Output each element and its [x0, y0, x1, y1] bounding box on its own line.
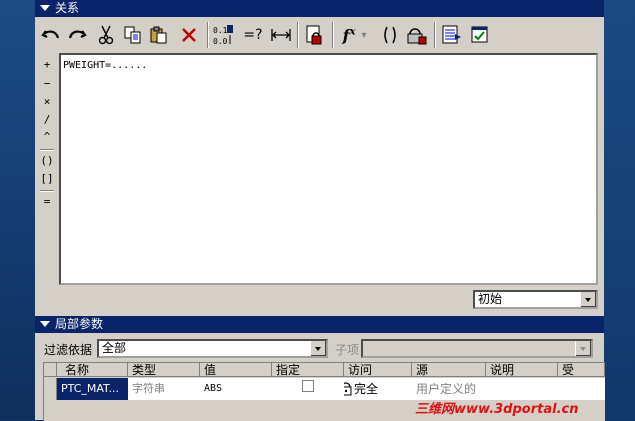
operator-plus-button[interactable]: +: [39, 56, 55, 73]
subitem-label: 子项: [335, 343, 360, 357]
toolbar-separator: [434, 22, 436, 48]
row-header-corner: [44, 363, 57, 377]
dimension-icon: [271, 29, 291, 41]
copy-button[interactable]: [121, 22, 145, 48]
operator-divide-button[interactable]: /: [39, 111, 55, 128]
column-header-designated[interactable]: 指定: [272, 363, 344, 377]
sort-icon: 0.10.0: [213, 25, 233, 46]
lock-icon: [344, 382, 352, 396]
copy-icon: [124, 26, 141, 44]
filter-select[interactable]: 全部: [97, 339, 328, 358]
svg-text:0.0: 0.0: [213, 37, 228, 46]
subitem-select: [361, 339, 593, 358]
column-header-description[interactable]: 说明: [486, 363, 558, 377]
cell-description[interactable]: [486, 378, 558, 400]
watermark-text: 三维网www.3dportal.cn: [415, 402, 579, 417]
chevron-down-icon: ▾: [361, 29, 367, 41]
column-header-value[interactable]: 值: [200, 363, 272, 377]
scope-select-value: 初始: [478, 292, 503, 306]
cut-icon: [98, 25, 114, 45]
desktop-background-left: [0, 0, 35, 420]
operator-minus-button[interactable]: −: [39, 75, 55, 92]
operator-brackets-button[interactable]: []: [39, 170, 55, 187]
collapse-triangle-icon[interactable]: [40, 5, 50, 11]
verify-button[interactable]: [468, 22, 492, 48]
lock-parameter-icon: [407, 28, 427, 45]
chevron-down-icon[interactable]: [310, 341, 326, 356]
undo-button[interactable]: [39, 22, 63, 48]
brackets-icon: [384, 26, 396, 44]
toolbar-separator: [207, 22, 209, 48]
operator-separator: [40, 149, 54, 151]
relations-dialog: 关系 0.1 0.0 =? fx ▾ + − × / ^ () [] = PWE…: [35, 0, 605, 421]
cell-type[interactable]: 字符串: [128, 378, 200, 400]
relations-title: 关系: [55, 1, 80, 15]
function-icon: fx: [342, 25, 356, 45]
local-params-section-header[interactable]: 局部参数: [35, 316, 604, 333]
relations-toolbar: 0.1 0.0 =? fx ▾: [35, 19, 604, 51]
chevron-down-icon[interactable]: [580, 292, 596, 307]
operator-equals-button[interactable]: =: [39, 193, 55, 210]
cell-name[interactable]: PTC_MAT...: [57, 378, 128, 400]
paste-button[interactable]: [147, 22, 171, 48]
operator-power-button[interactable]: ^: [39, 128, 55, 145]
delete-icon: [182, 28, 196, 42]
lock-parameter-button[interactable]: [405, 22, 429, 48]
toolbar-separator: [332, 22, 334, 48]
lock-button[interactable]: [303, 22, 327, 48]
delete-button[interactable]: [177, 22, 201, 48]
undo-icon: [41, 30, 60, 39]
evaluate-icon: =?: [243, 27, 263, 43]
redo-icon: [68, 30, 87, 39]
lock-icon: [306, 25, 322, 45]
column-header-name[interactable]: 名称: [57, 363, 128, 377]
local-params-title: 局部参数: [55, 317, 104, 331]
cell-source[interactable]: 用户定义的: [412, 378, 486, 400]
verify-icon: [471, 26, 488, 43]
column-header-type[interactable]: 类型: [128, 363, 200, 377]
cut-button[interactable]: [94, 22, 118, 48]
collapse-triangle-icon[interactable]: [40, 321, 50, 327]
filter-label: 过滤依据: [44, 343, 93, 357]
relations-editor[interactable]: PWEIGHT=......: [59, 53, 598, 285]
relations-section-header[interactable]: 关系: [35, 0, 604, 17]
chevron-down-icon: [575, 341, 591, 356]
cell-value[interactable]: ABS: [200, 378, 272, 400]
redo-button[interactable]: [65, 22, 89, 48]
function-dropdown-button[interactable]: ▾: [358, 22, 370, 48]
column-header-access[interactable]: 访问: [344, 363, 412, 377]
svg-text:0.1: 0.1: [213, 26, 228, 35]
scope-select[interactable]: 初始: [473, 290, 598, 309]
column-header-restricted[interactable]: 受: [558, 363, 605, 377]
brackets-button[interactable]: [378, 22, 402, 48]
relations-editor-text: PWEIGHT=......: [63, 60, 148, 71]
cell-designated[interactable]: [272, 378, 344, 400]
insert-icon: [442, 25, 461, 44]
cell-access[interactable]: 完全: [344, 378, 412, 400]
toolbar-separator: [297, 22, 299, 48]
sort-button[interactable]: 0.1 0.0: [211, 22, 235, 48]
row-header[interactable]: [44, 378, 57, 400]
paste-icon: [150, 26, 167, 44]
cell-restricted[interactable]: [558, 378, 605, 400]
evaluate-button[interactable]: =?: [241, 22, 265, 48]
insert-button[interactable]: [440, 22, 464, 48]
dimension-button[interactable]: [269, 22, 293, 48]
filter-select-value: 全部: [102, 341, 127, 355]
desktop-background-right: [604, 0, 635, 420]
operator-parentheses-button[interactable]: (): [39, 152, 55, 169]
access-text: 完全: [354, 382, 379, 396]
designated-checkbox[interactable]: [302, 380, 314, 392]
operator-multiply-button[interactable]: ×: [39, 93, 55, 110]
operator-separator: [40, 190, 54, 192]
column-header-source[interactable]: 源: [412, 363, 486, 377]
